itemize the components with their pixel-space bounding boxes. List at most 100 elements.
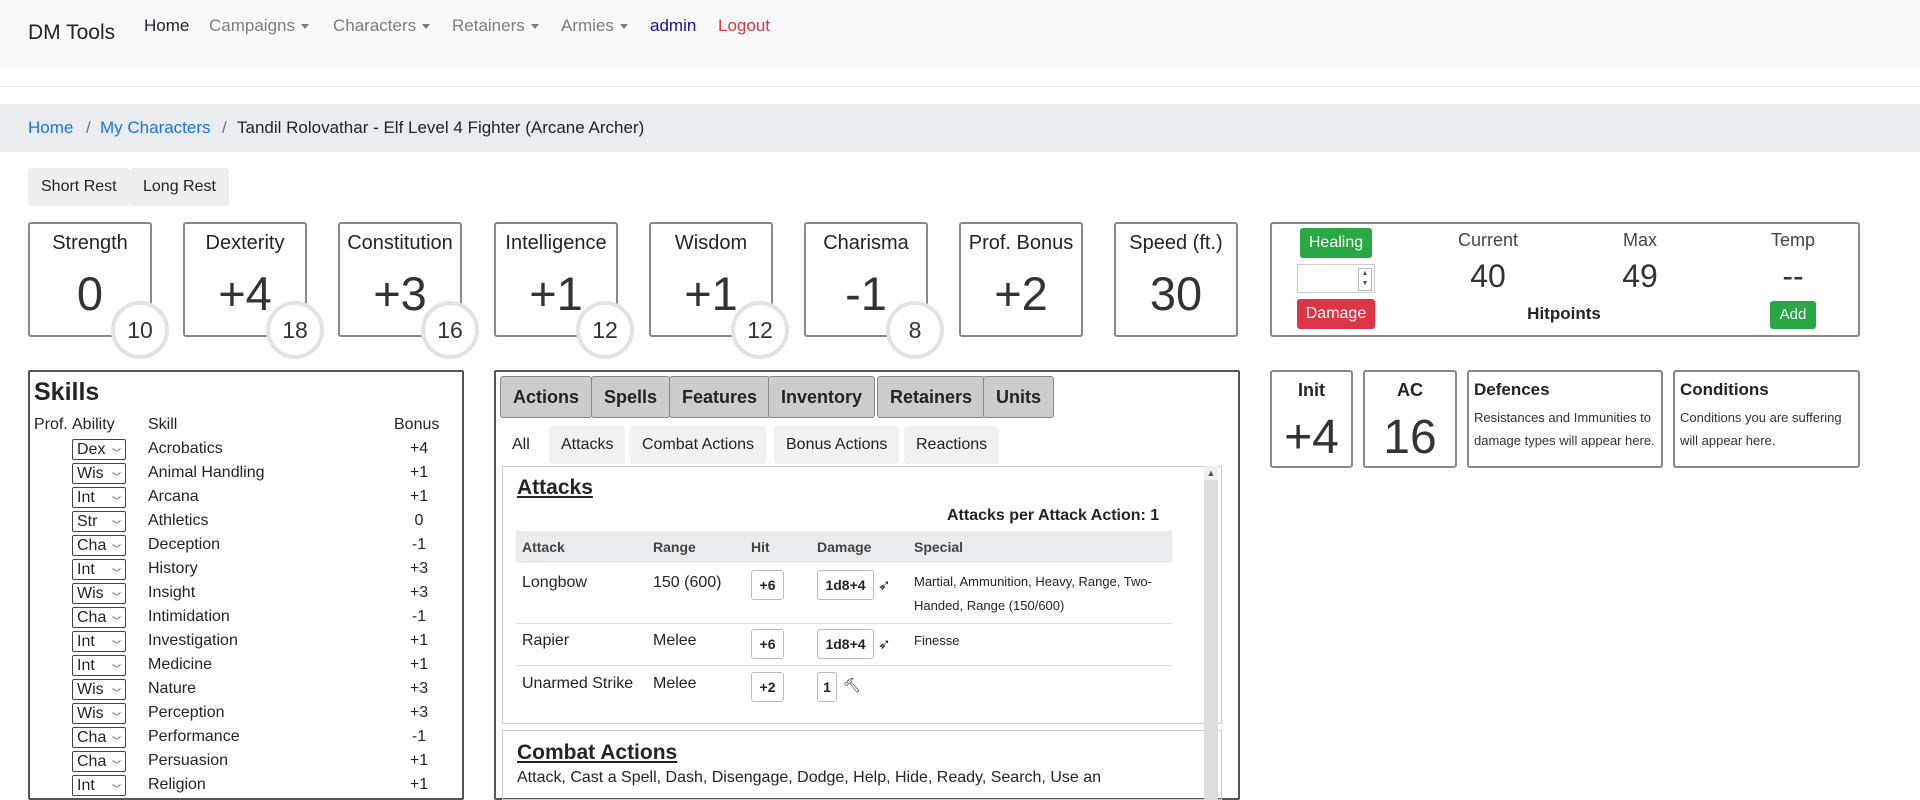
nav-logout[interactable]: Logout <box>718 16 770 36</box>
col-range: Range <box>653 539 696 555</box>
skill-bonus: 0 <box>414 512 424 529</box>
subtab-bonus-actions[interactable]: Bonus Actions <box>774 426 900 464</box>
chevron-down-icon: ﹀ <box>111 472 121 482</box>
ability-select[interactable]: Cha ﹀ <box>72 607 126 628</box>
attack-damage-button[interactable]: 1 <box>817 672 837 702</box>
damage-button[interactable]: Damage <box>1297 299 1375 329</box>
add-temp-hp-button[interactable]: Add <box>1770 301 1816 329</box>
subtab-all[interactable]: All <box>500 426 542 464</box>
healing-button[interactable]: Healing <box>1300 228 1372 258</box>
ability-select-value: Int <box>77 777 95 794</box>
chevron-down-icon <box>301 24 309 30</box>
row-divider <box>516 665 1172 666</box>
ability-select[interactable]: Int ﹀ <box>72 559 126 580</box>
tab-actions[interactable]: Actions <box>500 376 593 418</box>
row-divider <box>516 623 1172 624</box>
skill-bonus: +3 <box>409 584 429 601</box>
ability-select[interactable]: Cha ﹀ <box>72 535 126 556</box>
attack-hit-button[interactable]: +2 <box>751 672 784 702</box>
nav-home[interactable]: Home <box>144 16 189 36</box>
skill-name: Religion <box>148 776 206 793</box>
tab-features[interactable]: Features <box>669 376 771 418</box>
scrollbar[interactable] <box>1204 466 1218 800</box>
ability-select-value: Cha <box>77 609 107 626</box>
ability-select[interactable]: Int ﹀ <box>72 655 126 676</box>
spinner-arrows-icon[interactable]: ▲ ▼ <box>1358 268 1372 291</box>
chevron-down-icon: ﹀ <box>111 640 121 650</box>
chevron-down-icon: ﹀ <box>111 664 121 674</box>
chevron-down-icon: ﹀ <box>111 736 121 746</box>
tab-inventory[interactable]: Inventory <box>768 376 876 418</box>
ability-select-value: Cha <box>77 537 107 554</box>
skill-row: Wis ﹀ Insight +3 <box>34 582 444 606</box>
skill-bonus: +3 <box>409 560 429 577</box>
breadcrumb-home[interactable]: Home <box>28 118 73 138</box>
nav-campaigns[interactable]: Campaigns <box>209 16 309 36</box>
nav-characters[interactable]: Characters <box>333 16 431 36</box>
skill-bonus: +1 <box>409 488 429 505</box>
armor-class-card: AC 16 <box>1363 370 1457 468</box>
ability-select[interactable]: Cha ﹀ <box>72 727 126 748</box>
ability-select[interactable]: Wis ﹀ <box>72 583 126 604</box>
short-rest-button[interactable]: Short Rest <box>28 168 130 206</box>
ability-select[interactable]: Int ﹀ <box>72 631 126 652</box>
chevron-down-icon: ﹀ <box>111 616 121 626</box>
tab-units[interactable]: Units <box>983 376 1054 418</box>
attack-hit-button[interactable]: +6 <box>751 570 784 600</box>
breadcrumb-separator: / <box>86 118 91 137</box>
scroll-up-icon[interactable]: ▲ <box>1204 466 1218 480</box>
ability-select[interactable]: Dex ﹀ <box>72 439 126 460</box>
ability-select[interactable]: Str ﹀ <box>72 511 126 532</box>
ability-select[interactable]: Wis ﹀ <box>72 703 126 724</box>
prof-bonus-value: +2 <box>994 267 1048 320</box>
init-label: Init <box>1298 380 1325 400</box>
ability-select[interactable]: Wis ﹀ <box>72 679 126 700</box>
subtab-combat-actions[interactable]: Combat Actions <box>630 426 767 464</box>
skill-name: Perception <box>148 704 225 721</box>
skill-name: Athletics <box>148 512 209 529</box>
ability-select-value: Int <box>77 561 95 578</box>
combat-actions-text: Attack, Cast a Spell, Dash, Disengage, D… <box>517 769 1102 786</box>
tab-spells[interactable]: Spells <box>591 376 671 418</box>
nav-characters-label: Characters <box>333 16 417 35</box>
ability-label: Charisma <box>823 232 909 254</box>
ability-select[interactable]: Wis ﹀ <box>72 463 126 484</box>
breadcrumb-my-characters[interactable]: My Characters <box>100 118 211 138</box>
skills-header-skill: Skill <box>148 416 178 433</box>
ability-select-value: Wis <box>77 705 104 722</box>
attack-damage-button[interactable]: 1d8+4 <box>817 629 874 659</box>
ability-score: 16 <box>421 301 479 359</box>
long-rest-button[interactable]: Long Rest <box>130 168 229 206</box>
skill-row: Int ﹀ History +3 <box>34 558 444 582</box>
ability-select[interactable]: Int ﹀ <box>72 487 126 508</box>
skill-name: Deception <box>148 536 221 553</box>
nav-retainers[interactable]: Retainers <box>452 16 539 36</box>
combat-actions-title: Combat Actions <box>517 741 678 764</box>
subtab-reactions[interactable]: Reactions <box>904 426 1000 464</box>
skill-name: Persuasion <box>148 752 229 769</box>
ability-select[interactable]: Int ﹀ <box>72 775 126 796</box>
chevron-down-icon: ﹀ <box>111 592 121 602</box>
skills-title: Skills <box>34 378 100 406</box>
attack-name: Longbow <box>522 574 587 591</box>
ability-select-value: Wis <box>77 681 104 698</box>
brand-logo[interactable]: DM Tools <box>28 21 115 45</box>
piercing-icon: ➶ <box>878 636 891 653</box>
skills-header-bonus: Bonus <box>394 416 440 433</box>
nav-admin[interactable]: admin <box>650 16 696 36</box>
attack-damage-button[interactable]: 1d8+4 <box>817 570 874 600</box>
hitpoints-amount-input[interactable]: ▲ ▼ <box>1297 264 1375 293</box>
tab-retainers[interactable]: Retainers <box>877 376 986 418</box>
skill-name: Nature <box>148 680 197 697</box>
skills-header-ability: Ability <box>72 416 115 433</box>
subtab-attacks[interactable]: Attacks <box>549 426 626 464</box>
attack-hit-button[interactable]: +6 <box>751 629 784 659</box>
hp-current-value: 40 <box>1470 258 1506 294</box>
nav-armies[interactable]: Armies <box>561 16 628 36</box>
skill-row: Wis ﹀ Nature +3 <box>34 678 444 702</box>
skill-name: Acrobatics <box>148 440 223 457</box>
skill-bonus: +1 <box>409 752 429 769</box>
ability-select-value: Str <box>77 513 98 530</box>
conditions-title: Conditions <box>1680 380 1769 399</box>
ability-select[interactable]: Cha ﹀ <box>72 751 126 772</box>
